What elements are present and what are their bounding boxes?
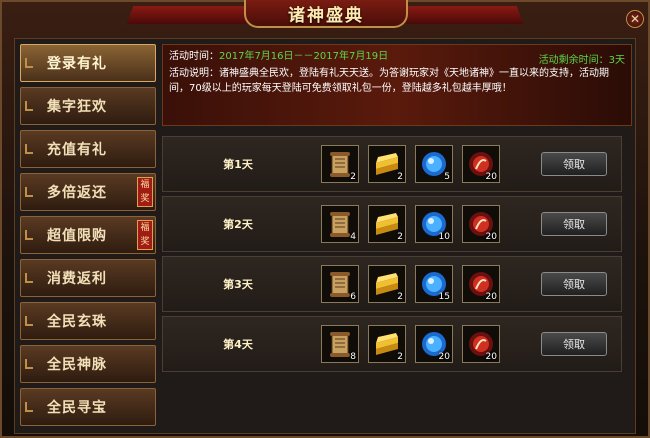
item-count: 6 <box>350 292 356 302</box>
reward-slot[interactable]: 20 <box>462 265 500 303</box>
reward-list: 第1天 2 2 5 20 领取 第2天 4 2 10 20 领取 第3天 6 2… <box>162 136 622 376</box>
reward-row: 第1天 2 2 5 20 领取 <box>162 136 622 192</box>
event-time-value: 2017年7月16日－－2017年7月19日 <box>219 51 389 62</box>
sidebar-item-label: 充值有礼 <box>47 142 107 158</box>
day-label: 第4天 <box>223 338 253 351</box>
item-count: 20 <box>485 352 497 362</box>
day-label: 第2天 <box>223 218 253 231</box>
event-remaining-time: 活动剩余时间：3天 <box>538 55 625 66</box>
title-plate: 诸神盛典 <box>244 0 408 28</box>
title-ribbon-right <box>396 6 524 24</box>
sidebar-item-label: 全民寻宝 <box>47 400 107 416</box>
reward-slot[interactable]: 2 <box>368 265 406 303</box>
claim-button[interactable]: 领取 <box>541 332 607 356</box>
sidebar-item-treasure-hunt[interactable]: 全民寻宝 <box>20 388 156 426</box>
item-count: 15 <box>438 292 450 302</box>
sidebar-item-label: 消费返利 <box>47 271 107 287</box>
claim-button[interactable]: 领取 <box>541 272 607 296</box>
item-count: 4 <box>350 232 356 242</box>
reward-row: 第2天 4 2 10 20 领取 <box>162 196 622 252</box>
reward-slot[interactable]: 15 <box>415 265 453 303</box>
reward-items: 6 2 15 20 <box>321 265 500 303</box>
corner-ornament-icon <box>25 58 33 68</box>
item-count: 2 <box>397 232 403 242</box>
item-count: 2 <box>350 172 356 182</box>
reward-items: 8 2 20 20 <box>321 325 500 363</box>
item-count: 20 <box>485 292 497 302</box>
sidebar-item-multi-return[interactable]: 多倍返还 福奖 <box>20 173 156 211</box>
reward-slot[interactable]: 2 <box>368 145 406 183</box>
reward-slot[interactable]: 2 <box>368 325 406 363</box>
corner-ornament-icon <box>25 101 33 111</box>
sidebar-item-label: 全民神脉 <box>47 357 107 373</box>
sidebar-item-label: 超值限购 <box>47 228 107 244</box>
close-button[interactable]: ✕ <box>626 10 644 28</box>
reward-slot[interactable]: 5 <box>415 145 453 183</box>
sidebar-item-label: 全民玄珠 <box>47 314 107 330</box>
day-label: 第3天 <box>223 278 253 291</box>
claim-button[interactable]: 领取 <box>541 152 607 176</box>
sidebar-item-recharge-gift[interactable]: 充值有礼 <box>20 130 156 168</box>
corner-ornament-icon <box>25 402 33 412</box>
item-count: 20 <box>485 232 497 242</box>
reward-items: 2 2 5 20 <box>321 145 500 183</box>
reward-slot[interactable]: 20 <box>462 145 500 183</box>
title-ribbon-left <box>126 6 254 24</box>
sidebar-item-mystic-pearl[interactable]: 全民玄珠 <box>20 302 156 340</box>
reward-row: 第4天 8 2 20 20 领取 <box>162 316 622 372</box>
reward-slot[interactable]: 2 <box>368 205 406 243</box>
reward-slot[interactable]: 20 <box>462 325 500 363</box>
event-description-label: 活动说明： <box>169 68 219 79</box>
reward-slot[interactable]: 6 <box>321 265 359 303</box>
item-count: 2 <box>397 172 403 182</box>
window-title: 诸神盛典 <box>288 5 364 26</box>
reward-badge: 福奖 <box>137 220 153 250</box>
reward-row: 第3天 6 2 15 20 领取 <box>162 256 622 312</box>
item-count: 2 <box>397 352 403 362</box>
sidebar-item-collect-words[interactable]: 集字狂欢 <box>20 87 156 125</box>
reward-slot[interactable]: 10 <box>415 205 453 243</box>
corner-ornament-icon <box>25 187 33 197</box>
item-count: 20 <box>438 352 450 362</box>
event-description-text: 诸神盛典全民欢，登陆有礼天天送。为答谢玩家对《天地诸神》一直以来的支持，活动期间… <box>169 68 609 94</box>
event-banner: 活动时间：2017年7月16日－－2017年7月19日 活动剩余时间：3天 活动… <box>162 44 632 126</box>
corner-ornament-icon <box>25 316 33 326</box>
claim-button[interactable]: 领取 <box>541 212 607 236</box>
item-count: 8 <box>350 352 356 362</box>
day-label: 第1天 <box>223 158 253 171</box>
event-description: 活动说明：诸神盛典全民欢，登陆有礼天天送。为答谢玩家对《天地诸神》一直以来的支持… <box>169 66 625 96</box>
sidebar-item-spend-rebate[interactable]: 消费返利 <box>20 259 156 297</box>
sidebar-item-divine-vein[interactable]: 全民神脉 <box>20 345 156 383</box>
corner-ornament-icon <box>25 359 33 369</box>
corner-ornament-icon <box>25 230 33 240</box>
reward-items: 4 2 10 20 <box>321 205 500 243</box>
sidebar-item-limited-buy[interactable]: 超值限购 福奖 <box>20 216 156 254</box>
sidebar: 登录有礼 集字狂欢 充值有礼 多倍返还 福奖 超值限购 福奖 消费返利 全民玄珠… <box>20 44 156 431</box>
reward-slot[interactable]: 8 <box>321 325 359 363</box>
item-count: 2 <box>397 292 403 302</box>
corner-ornament-icon <box>25 273 33 283</box>
item-count: 20 <box>485 172 497 182</box>
sidebar-item-label: 多倍返还 <box>47 185 107 201</box>
corner-ornament-icon <box>25 144 33 154</box>
event-time-label: 活动时间： <box>169 51 219 62</box>
reward-slot[interactable]: 4 <box>321 205 359 243</box>
reward-slot[interactable]: 2 <box>321 145 359 183</box>
item-count: 10 <box>438 232 450 242</box>
reward-badge: 福奖 <box>137 177 153 207</box>
reward-slot[interactable]: 20 <box>462 205 500 243</box>
sidebar-item-label: 登录有礼 <box>47 56 107 72</box>
sidebar-item-label: 集字狂欢 <box>47 99 107 115</box>
reward-slot[interactable]: 20 <box>415 325 453 363</box>
sidebar-item-login-gift[interactable]: 登录有礼 <box>20 44 156 82</box>
item-count: 5 <box>444 172 450 182</box>
